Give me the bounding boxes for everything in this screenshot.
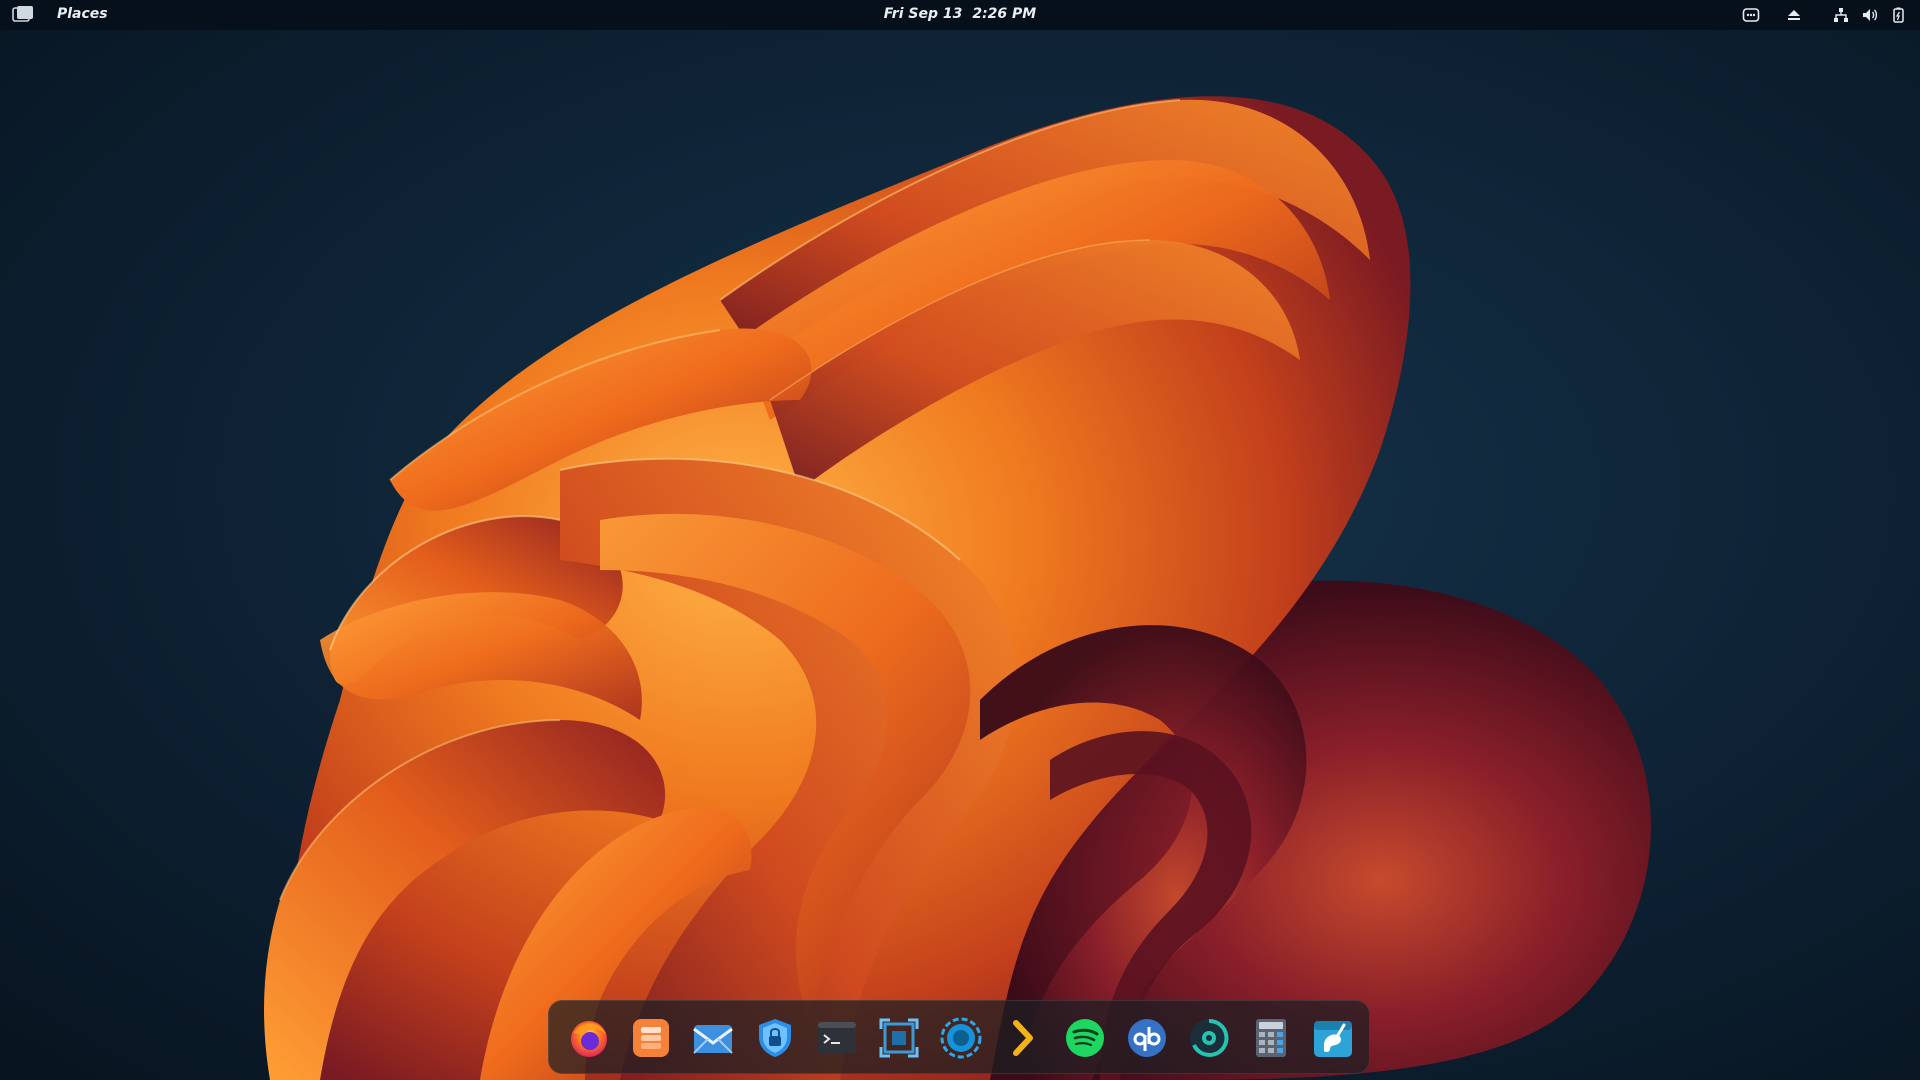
date-label[interactable]: Fri Sep 13 [884, 6, 963, 22]
qbittorrent-icon[interactable] [1124, 1015, 1170, 1061]
mail-icon[interactable] [690, 1015, 736, 1061]
battery-icon[interactable] [1889, 6, 1907, 24]
dial-icon[interactable] [1186, 1015, 1232, 1061]
network-icon[interactable] [1832, 6, 1850, 24]
places-menu[interactable]: Places [57, 6, 108, 22]
shield-lock-icon[interactable] [752, 1015, 798, 1061]
clock: Fri Sep 13 2:26 PM [0, 6, 1920, 22]
activities-icon[interactable] [12, 5, 34, 25]
chevron-right-icon[interactable] [1000, 1015, 1046, 1061]
desktop[interactable]: Places Fri Sep 13 2:26 PM [0, 0, 1920, 1080]
circle-app-icon[interactable] [938, 1015, 984, 1061]
firefox-icon[interactable] [566, 1015, 612, 1061]
calculator-icon[interactable] [1248, 1015, 1294, 1061]
stack-icon[interactable] [628, 1015, 674, 1061]
volume-icon[interactable] [1861, 6, 1879, 24]
chat-bubble-icon[interactable] [1742, 6, 1760, 24]
top-panel: Places Fri Sep 13 2:26 PM [0, 0, 1920, 30]
wallpaper-bloom [264, 96, 1651, 1080]
screenshot-icon[interactable] [876, 1015, 922, 1061]
dock [548, 1000, 1370, 1074]
spotify-icon[interactable] [1062, 1015, 1108, 1061]
time-label[interactable]: 2:26 PM [972, 6, 1036, 22]
eject-icon[interactable] [1785, 6, 1803, 24]
gimp-icon[interactable] [1310, 1015, 1356, 1061]
terminal-icon[interactable] [814, 1015, 860, 1061]
